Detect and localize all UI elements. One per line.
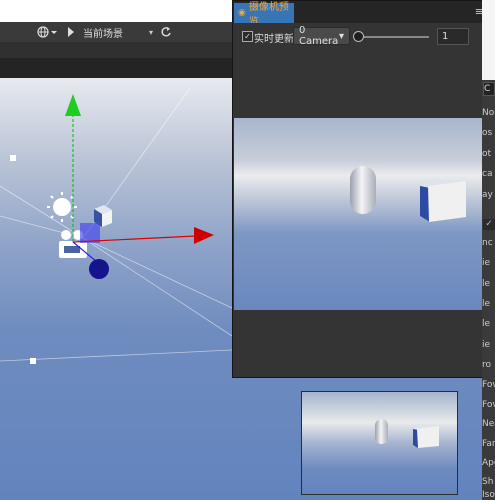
inspector-label: ro [482, 360, 492, 370]
cube-object [413, 426, 439, 448]
inspector-label: Sh [482, 477, 494, 487]
realtime-label: 实时更新 [254, 34, 294, 45]
inspector-label: Ape [482, 458, 495, 468]
scene-select[interactable]: 当前场景 ▾ [83, 24, 153, 40]
top-strip [0, 0, 232, 22]
inspector-label: Nea [482, 419, 495, 429]
inspector-tab[interactable]: C [483, 82, 495, 96]
mini-preview-scene [375, 419, 439, 448]
inspector-label: nc [482, 238, 493, 248]
mini-camera-preview [301, 391, 458, 495]
chevron-down-icon: ▾ [338, 30, 344, 42]
preview-controls: ✓ 实时更新 0 Camera ▾ 1 [233, 23, 492, 47]
gizmo-plane[interactable] [80, 223, 100, 243]
handle-marker[interactable] [30, 358, 36, 364]
scene-select-label: 当前场景 [83, 28, 123, 40]
inspector-label: No [482, 108, 495, 118]
gizmo-z-handle[interactable] [89, 259, 109, 279]
preview-scene [350, 166, 466, 222]
inspector-label: Fov [482, 380, 495, 390]
gizmo-x-arrow[interactable] [194, 227, 214, 244]
camera-select-value: 0 Camera [299, 25, 339, 47]
inspector-label: le [482, 319, 491, 329]
camera-select[interactable]: 0 Camera ▾ [293, 25, 350, 47]
globe-icon [37, 26, 57, 38]
inspector-label: Far [482, 439, 495, 449]
camera-preview-panel: ◉ 摄像机预览 ≡ ✓ 实时更新 0 Camera ▾ 1 [232, 0, 493, 378]
tab-camera-preview[interactable]: ◉ 摄像机预览 [234, 2, 294, 28]
inspector-checkbox[interactable]: ✓ [483, 219, 495, 230]
scene-divider [0, 58, 232, 78]
scene-toolbar: 当前场景 ▾ [0, 22, 232, 43]
refresh-button[interactable] [160, 25, 172, 39]
refresh-icon [161, 27, 171, 37]
inspector-label: ca [482, 169, 493, 179]
capsule-object [350, 166, 376, 214]
inspector-label: ie [482, 340, 491, 350]
gizmo-y-arrow[interactable] [65, 94, 81, 116]
scene-subbar [0, 42, 232, 58]
handle-marker[interactable] [10, 155, 16, 161]
inspector-label: Fov [482, 400, 495, 410]
zoom-slider-track[interactable] [357, 36, 429, 38]
preview-render [234, 118, 492, 310]
cube-object [420, 180, 466, 222]
eye-icon: ◉ [238, 8, 246, 18]
inspector-label: le [482, 299, 491, 309]
inspector-label: ay [482, 190, 493, 200]
capsule-object [375, 419, 388, 444]
chevron-down-icon: ▾ [148, 27, 153, 37]
zoom-slider-handle[interactable] [353, 31, 364, 42]
play-icon [68, 27, 74, 37]
inspector-label: ot [482, 149, 492, 159]
preview-header: ◉ 摄像机预览 ≡ [233, 1, 492, 28]
inspector-label: ie [482, 258, 491, 268]
globe-button[interactable] [37, 25, 59, 39]
inspector-header [482, 0, 495, 80]
zoom-input[interactable]: 1 [437, 28, 469, 45]
realtime-checkbox[interactable]: ✓ [242, 31, 253, 42]
inspector-label: le [482, 279, 491, 289]
play-button[interactable] [66, 25, 76, 39]
property-inspector: C ✓ No os ot ca ay nc ie le le le ie ro Fov Fov Nea Far… [482, 0, 495, 500]
inspector-label: Iso [482, 490, 495, 500]
inspector-label: os [482, 128, 493, 138]
